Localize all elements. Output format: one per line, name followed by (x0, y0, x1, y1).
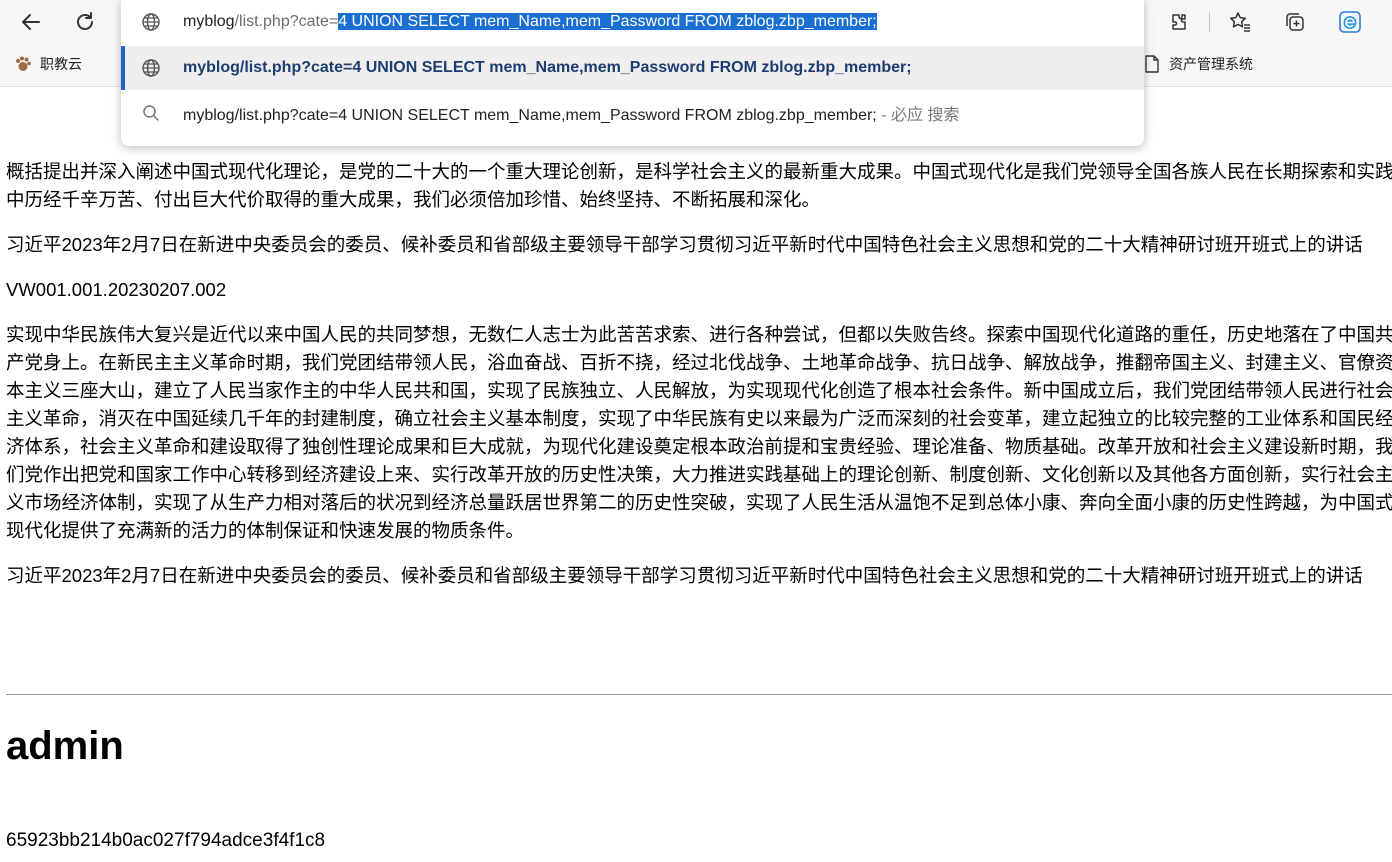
bookmark-label: 资产管理系统 (1169, 57, 1253, 73)
bookmark-zhijiaoyun[interactable]: 职教云 (14, 52, 82, 76)
paragraph: 习近平2023年2月7日在新进中央委员会的委员、候补委员和省部级主要领导干部学习… (6, 234, 1363, 255)
edge-profile-button[interactable] (1334, 6, 1366, 38)
suggestion-item[interactable]: myblog/list.php?cate=4 UNION SELECT mem_… (121, 91, 1144, 135)
bookmark-asset-system[interactable]: 资产管理系统 (1143, 52, 1253, 76)
globe-icon (141, 12, 161, 32)
search-icon (141, 103, 161, 123)
paragraph: 概括提出并深入阐述中国式现代化理论，是党的二十大的一个重大理论创新，是科学社会主… (6, 161, 1392, 210)
address-path: /list.php?cate= (234, 13, 339, 30)
paragraph: 实现中华民族伟大复兴是近代以来中国人民的共同梦想，无数仁人志士为此苦苦求索、进行… (6, 324, 1392, 541)
document-icon (1143, 55, 1161, 73)
collections-icon (1286, 13, 1304, 31)
back-button[interactable] (15, 6, 47, 38)
globe-icon (141, 58, 161, 78)
suggestion-text: myblog/list.php?cate=4 UNION SELECT mem_… (183, 59, 912, 76)
selection-indicator (121, 46, 125, 90)
refresh-icon (77, 12, 93, 30)
page-content: 概括提出并深入阐述中国式现代化理论，是党的二十大的一个重大理论创新，是科学社会主… (6, 158, 1392, 607)
paw-icon (14, 55, 32, 73)
address-input[interactable]: myblog/list.php?cate=4 UNION SELECT mem_… (183, 13, 877, 31)
result-heading: admin (6, 724, 124, 768)
star-list-icon (1230, 12, 1250, 32)
extensions-button[interactable] (1163, 6, 1195, 38)
search-engine-suffix: - 必应 搜索 (876, 107, 960, 124)
favorites-button[interactable] (1224, 6, 1256, 38)
suggestion-text: myblog/list.php?cate=4 UNION SELECT mem_… (183, 101, 959, 125)
toolbar-separator (1209, 12, 1210, 32)
paragraph: VW001.001.20230207.002 (6, 279, 227, 300)
address-host: myblog (183, 13, 235, 30)
search-query: myblog/list.php?cate=4 UNION SELECT mem_… (183, 107, 877, 124)
collections-button[interactable] (1279, 6, 1311, 38)
puzzle-icon (1172, 14, 1186, 30)
result-hash: 65923bb214b0ac027f794adce3f4f1c8 (6, 830, 326, 851)
address-bar[interactable]: myblog/list.php?cate=4 UNION SELECT mem_… (121, 0, 1144, 44)
arrow-left-icon (22, 14, 40, 30)
divider (6, 694, 1392, 695)
suggestion-item[interactable]: myblog/list.php?cate=4 UNION SELECT mem_… (121, 46, 1144, 90)
bookmark-label: 职教云 (40, 57, 82, 73)
address-selection: 4 UNION SELECT mem_Name,mem_Password FRO… (338, 13, 877, 30)
refresh-button[interactable] (69, 6, 101, 38)
address-dropdown: myblog/list.php?cate=4 UNION SELECT mem_… (121, 0, 1144, 146)
paragraph: 习近平2023年2月7日在新进中央委员会的委员、候补委员和省部级主要领导干部学习… (6, 565, 1363, 586)
edge-logo-icon (1339, 11, 1361, 33)
